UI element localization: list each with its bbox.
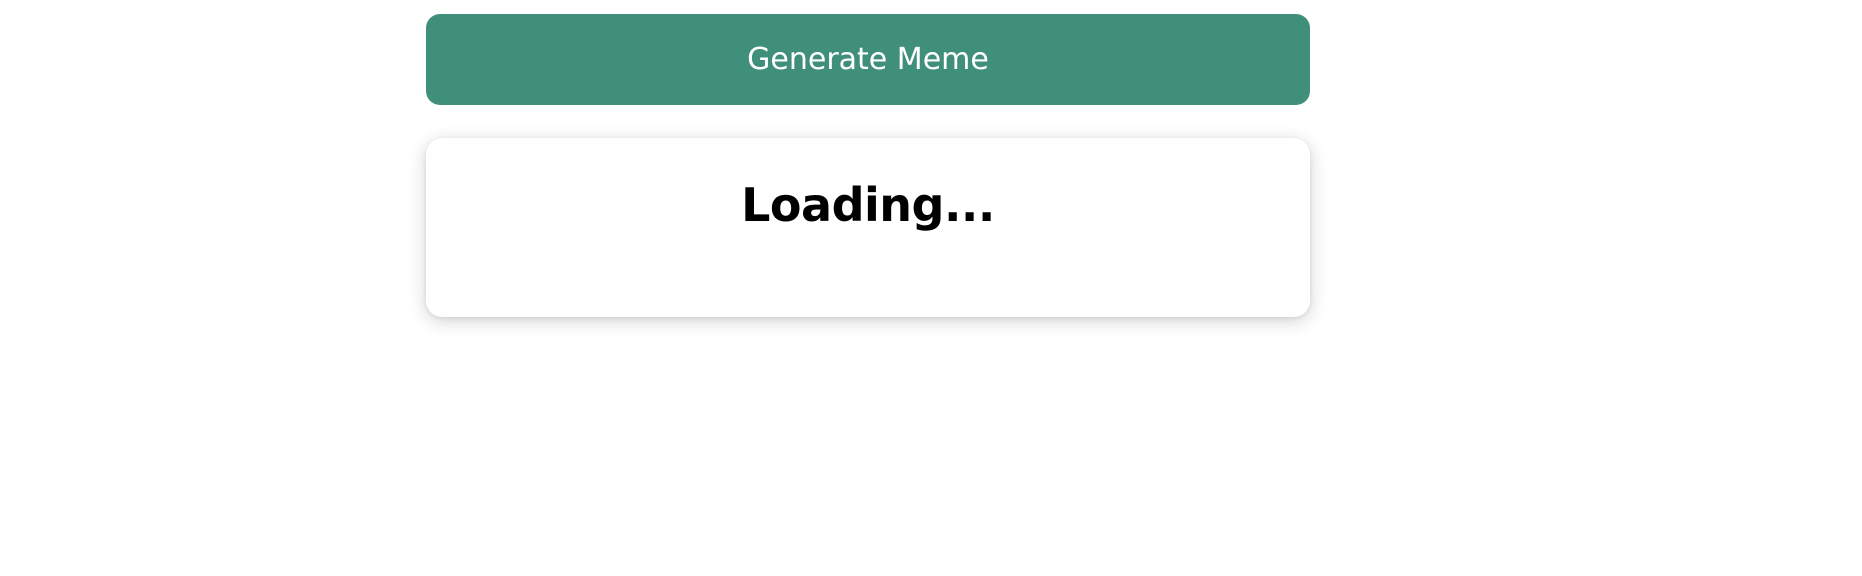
page: Generate Meme Loading...: [0, 0, 1862, 576]
meme-generator: Generate Meme Loading...: [426, 14, 1310, 317]
loading-status-text: Loading...: [741, 178, 995, 232]
generate-meme-button[interactable]: Generate Meme: [426, 14, 1310, 105]
meme-result-card: Loading...: [426, 138, 1310, 317]
